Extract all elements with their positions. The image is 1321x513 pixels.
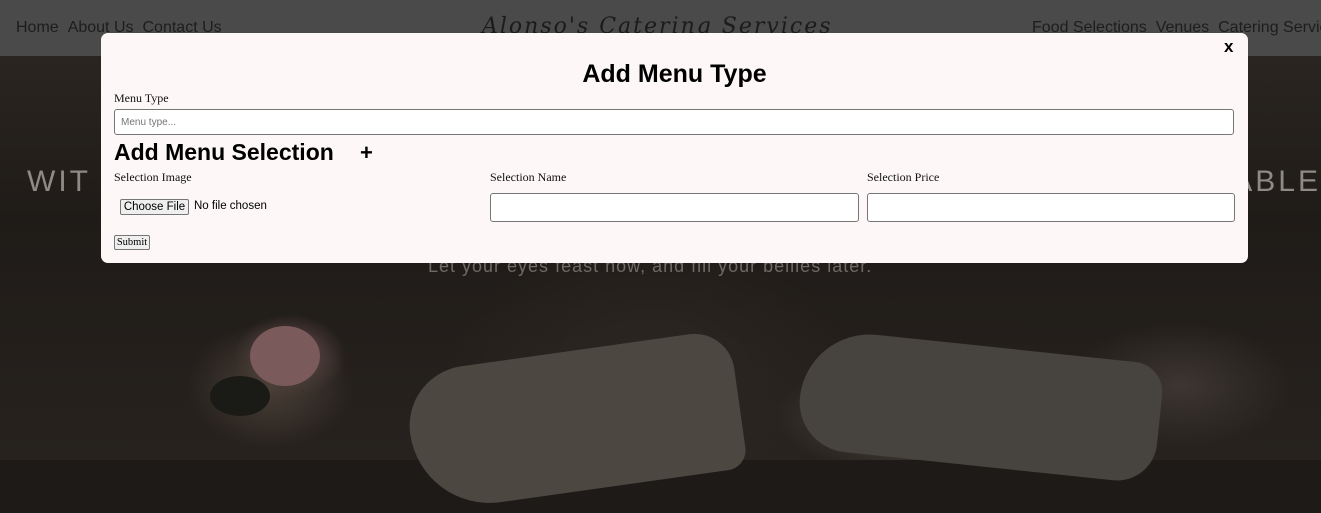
hero-leaf-decoration	[210, 376, 270, 416]
add-selection-button[interactable]: +	[360, 140, 373, 166]
close-modal-button[interactable]: x	[1224, 37, 1233, 57]
selection-price-input[interactable]	[867, 193, 1235, 222]
choose-file-button[interactable]: Choose File	[120, 199, 189, 215]
selection-name-input[interactable]	[490, 193, 859, 222]
nav-link-home[interactable]: Home	[16, 19, 59, 37]
selection-name-label: Selection Name	[490, 170, 567, 184]
file-status-text: No file chosen	[194, 200, 267, 212]
hero-food-plate	[794, 327, 1166, 485]
hero-title-fragment-left: WIT	[27, 165, 91, 198]
hero-food-plate	[401, 328, 749, 513]
hero-flower-decoration	[250, 326, 320, 386]
menu-type-label: Menu Type	[114, 91, 169, 105]
menu-type-input[interactable]	[114, 109, 1234, 135]
add-menu-type-modal: x Add Menu Type Menu Type Add Menu Selec…	[101, 33, 1248, 263]
section-title-add-menu-selection: Add Menu Selection	[114, 139, 334, 165]
submit-button[interactable]: Submit	[114, 235, 150, 250]
modal-title: Add Menu Type	[582, 60, 767, 88]
selection-image-label: Selection Image	[114, 170, 192, 184]
selection-price-label: Selection Price	[867, 170, 940, 184]
